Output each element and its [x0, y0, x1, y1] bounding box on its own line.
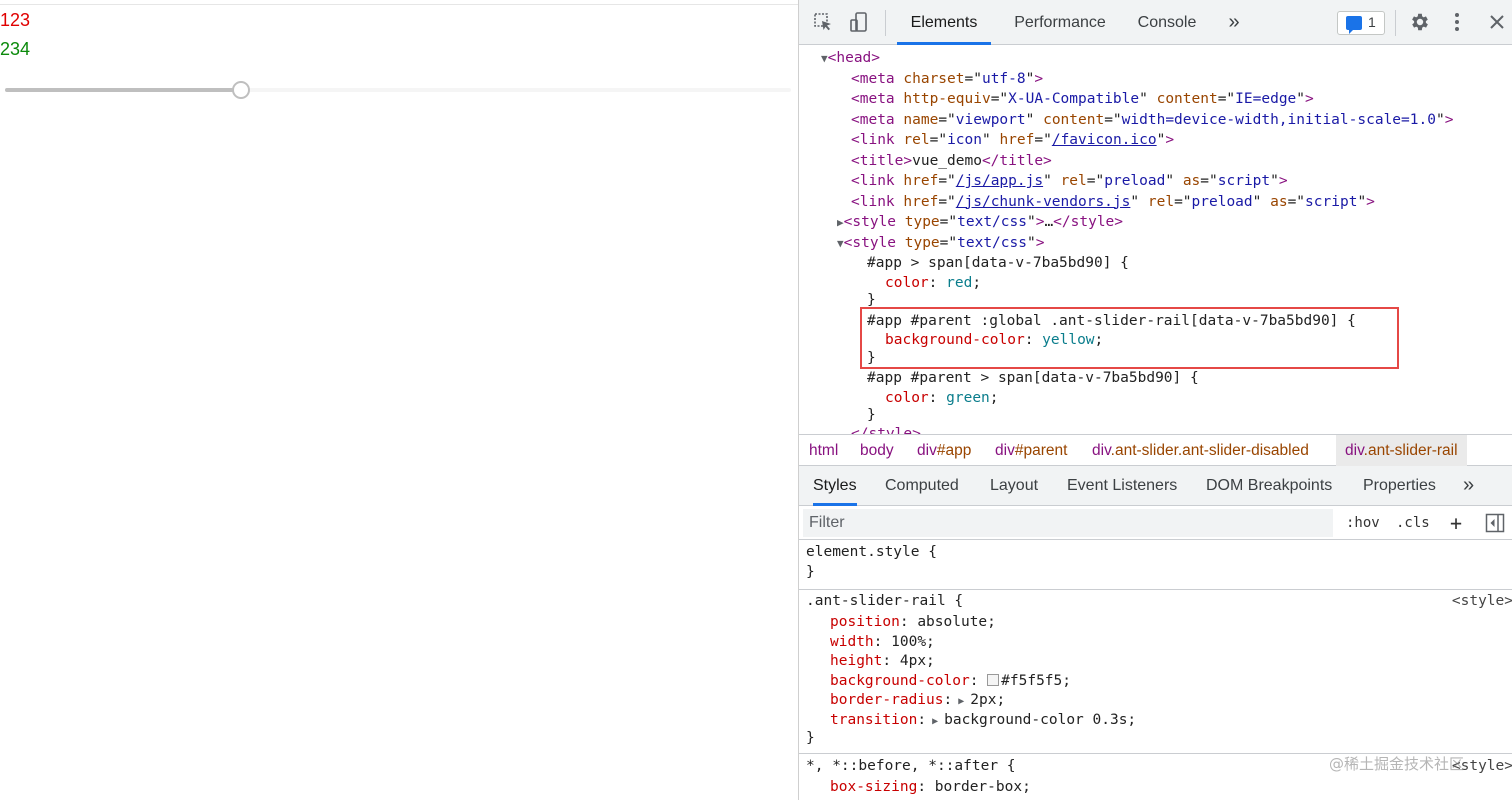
tree-node-meta-viewport[interactable]: <meta name="viewport" content="width=dev… — [851, 110, 1453, 131]
tree-node-meta-charset[interactable]: <meta charset="utf-8"> — [851, 69, 1043, 90]
breadcrumb-html[interactable]: html — [809, 435, 838, 466]
tree-node-link-app[interactable]: <link href="/js/app.js" rel="preload" as… — [851, 171, 1288, 192]
cls-toggle[interactable]: .cls — [1396, 512, 1430, 534]
tab-dom-breakpoints[interactable]: DOM Breakpoints — [1206, 466, 1332, 506]
devtools-toolbar: Elements Performance Console » 1 — [799, 0, 1512, 45]
message-icon — [1346, 16, 1362, 34]
close-icon[interactable] — [1485, 11, 1509, 35]
css-declaration: color: red; — [885, 274, 982, 291]
breadcrumb-div-slider-rail[interactable]: div.ant-slider-rail — [1336, 435, 1467, 466]
rule-close: } — [806, 730, 815, 746]
css-declaration[interactable]: height: 4px; — [830, 652, 935, 672]
tree-node-title[interactable]: <title>vue_demo</title> — [851, 151, 1052, 172]
tree-node-link-icon[interactable]: <link rel="icon" href="/favicon.ico"> — [851, 130, 1174, 151]
tab-performance[interactable]: Performance — [1003, 0, 1117, 45]
tree-node-head[interactable]: ▼<head> — [821, 48, 880, 69]
vendors-js-link[interactable]: /js/chunk-vendors.js — [956, 194, 1131, 210]
device-toolbar-icon[interactable] — [847, 11, 871, 35]
css-rule-selector: #app > span[data-v-7ba5bd90] { — [867, 255, 1129, 271]
css-declaration[interactable]: width: 100%; — [830, 633, 935, 653]
favicon-link[interactable]: /favicon.ico — [1052, 132, 1157, 148]
tab-elements[interactable]: Elements — [897, 0, 991, 45]
ant-slider[interactable] — [5, 80, 791, 100]
css-declaration: color: green; — [885, 389, 999, 406]
more-tabs-icon[interactable]: » — [1219, 0, 1249, 45]
hov-toggle[interactable]: :hov — [1346, 512, 1380, 534]
app-js-link[interactable]: /js/app.js — [956, 173, 1043, 189]
breadcrumb-div-slider[interactable]: div.ant-slider.ant-slider-disabled — [1092, 435, 1309, 466]
css-declaration[interactable]: box-sizing: border-box; — [830, 778, 1031, 798]
rule-separator — [799, 589, 1512, 590]
new-rule-icon[interactable]: + — [1450, 512, 1462, 534]
watermark: @稀土掘金技术社区 — [1329, 755, 1465, 773]
rail-rule-origin[interactable]: <style> — [1452, 592, 1512, 612]
green-span-text: 234 — [0, 39, 31, 59]
devtools-panel: Elements Performance Console » 1 ▼<head>… — [798, 0, 1512, 800]
tree-node-style-collapsed[interactable]: ▶<style type="text/css">…</style> — [837, 212, 1123, 233]
css-rule-selector: #app #parent > span[data-v-7ba5bd90] { — [867, 370, 1199, 386]
tree-node-meta-compat[interactable]: <meta http-equiv="X-UA-Compatible" conte… — [851, 89, 1314, 110]
css-declaration[interactable]: background-color: #f5f5f5; — [830, 672, 1071, 692]
tab-properties[interactable]: Properties — [1363, 466, 1436, 506]
red-span-text: 123 — [0, 10, 31, 30]
kebab-menu-icon[interactable] — [1445, 11, 1469, 35]
page-viewport: 123 234 — [0, 0, 798, 800]
css-rule-close: } — [867, 407, 876, 423]
toolbar-separator — [1395, 10, 1396, 36]
tab-computed[interactable]: Computed — [885, 466, 959, 506]
tab-layout[interactable]: Layout — [990, 466, 1038, 506]
styles-filter-bar: :hov .cls + — [799, 506, 1512, 540]
expand-triangle-icon[interactable]: ▶ — [952, 696, 970, 707]
toolbar-separator — [885, 10, 886, 36]
slider-handle[interactable] — [232, 81, 250, 99]
rule-close: } — [806, 564, 815, 580]
styles-pane-tabs: Styles Computed Layout Event Listeners D… — [799, 466, 1512, 506]
breadcrumb: html body div#app div#parent div.ant-sli… — [799, 434, 1512, 466]
tab-styles[interactable]: Styles — [813, 466, 857, 506]
tree-node-link-vendors[interactable]: <link href="/js/chunk-vendors.js" rel="p… — [851, 192, 1375, 213]
breadcrumb-div-parent[interactable]: div#parent — [995, 435, 1067, 466]
css-declaration[interactable]: border-radius: ▶ 2px; — [830, 691, 1005, 711]
settings-icon[interactable] — [1408, 11, 1432, 35]
filter-input[interactable] — [803, 509, 1333, 537]
breadcrumb-body[interactable]: body — [860, 435, 894, 466]
tab-event-listeners[interactable]: Event Listeners — [1067, 466, 1177, 506]
tree-node-style-expanded[interactable]: ▼<style type="text/css"> — [837, 233, 1044, 254]
viewport-top-border — [0, 4, 798, 5]
rule-separator — [799, 753, 1512, 754]
slider-track — [5, 88, 241, 92]
tree-line-cut — [799, 46, 1499, 57]
rail-rule-selector[interactable]: .ant-slider-rail { — [806, 592, 963, 612]
universal-rule-selector[interactable]: *, *::before, *::after { — [806, 757, 1016, 777]
css-declaration[interactable]: position: absolute; — [830, 613, 996, 633]
inspect-icon[interactable] — [811, 11, 835, 35]
breadcrumb-div-app[interactable]: div#app — [917, 435, 971, 466]
element-style-selector[interactable]: element.style { — [806, 543, 937, 563]
styles-rules[interactable]: element.style { } .ant-slider-rail { <st… — [799, 541, 1512, 800]
issues-button[interactable]: 1 — [1337, 11, 1385, 35]
toggle-sidebar-icon[interactable] — [1485, 513, 1505, 535]
tab-console[interactable]: Console — [1129, 0, 1205, 45]
tree-line-cut: </style> — [851, 426, 921, 434]
highlight-annotation-box — [860, 307, 1399, 369]
more-tabs-icon[interactable]: » — [1463, 466, 1474, 506]
expand-triangle-icon[interactable]: ▶ — [926, 716, 944, 727]
issues-count: 1 — [1368, 14, 1376, 30]
elements-tree[interactable]: ▼<head> <meta charset="utf-8"> <meta htt… — [799, 46, 1499, 434]
color-swatch[interactable] — [987, 673, 1000, 686]
css-declaration[interactable]: transition: ▶ background-color 0.3s; — [830, 711, 1136, 731]
